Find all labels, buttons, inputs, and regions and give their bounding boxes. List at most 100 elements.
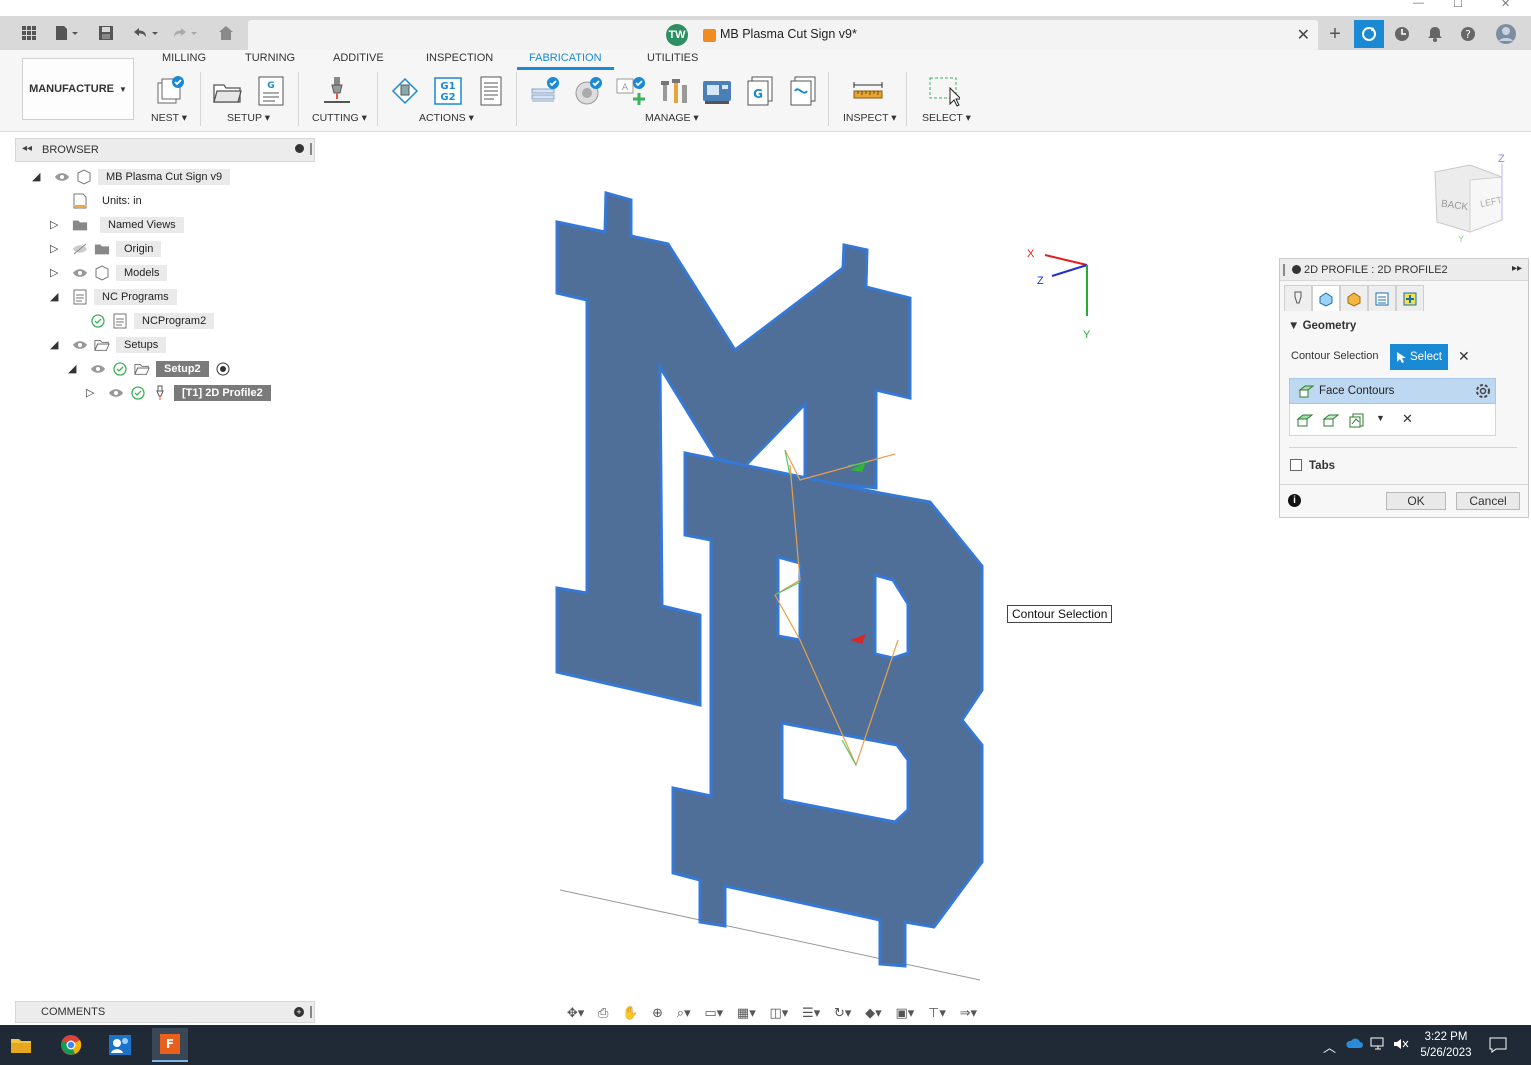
- tree-label[interactable]: Setups: [116, 337, 167, 353]
- minimize-button[interactable]: —: [1413, 0, 1424, 9]
- action-center-icon[interactable]: [1489, 1037, 1507, 1056]
- tool-display-icon[interactable]: ⊤▾: [928, 1005, 946, 1021]
- gear-icon[interactable]: [1474, 382, 1492, 403]
- file-menu-icon[interactable]: [52, 21, 82, 45]
- network-icon[interactable]: [1370, 1037, 1386, 1054]
- heights-tab-icon[interactable]: [1340, 285, 1368, 311]
- tree-item-2d-profile2[interactable]: [T1] 2D Profile2: [108, 383, 271, 403]
- window-select-icon[interactable]: [927, 74, 961, 108]
- nc-program-icon[interactable]: G: [254, 74, 288, 108]
- simulate-icon[interactable]: [388, 74, 422, 108]
- pan-hand-icon[interactable]: ✋: [622, 1005, 638, 1021]
- tree-item-nc-programs[interactable]: NC Programs: [72, 287, 177, 307]
- tabs-checkbox[interactable]: [1290, 459, 1302, 471]
- help-icon[interactable]: ?: [1453, 20, 1483, 48]
- file-explorer-icon[interactable]: [6, 1031, 36, 1059]
- active-setup-radio-icon[interactable]: [215, 361, 231, 377]
- volume-muted-icon[interactable]: [1393, 1037, 1409, 1054]
- expand-triangle-icon[interactable]: ◢: [50, 290, 58, 303]
- user-app-icon[interactable]: [105, 1031, 135, 1059]
- contour-select-button[interactable]: Select: [1390, 344, 1448, 370]
- tree-label[interactable]: Origin: [116, 241, 162, 257]
- expand-triangle-icon[interactable]: ▷: [50, 218, 58, 231]
- remove-contour-icon[interactable]: ✕: [1402, 411, 1413, 427]
- expand-triangle-icon[interactable]: ◢: [32, 170, 40, 183]
- template-documents-icon[interactable]: [786, 74, 820, 108]
- measure-icon[interactable]: [851, 74, 885, 108]
- onedrive-cloud-icon[interactable]: [1345, 1037, 1363, 1052]
- tree-label[interactable]: MB Plasma Cut Sign v9: [98, 169, 231, 185]
- close-window-button[interactable]: ✕: [1501, 0, 1510, 10]
- post-library-icon[interactable]: G: [743, 74, 777, 108]
- tree-item-named-views[interactable]: Named Views: [72, 215, 184, 235]
- tab-turning[interactable]: TURNING: [245, 52, 295, 64]
- notifications-bell-icon[interactable]: [1420, 20, 1450, 48]
- post-process-icon[interactable]: G1 G2: [431, 74, 465, 108]
- tree-label[interactable]: NCProgram2: [134, 313, 215, 329]
- layers-icon[interactable]: ☰▾: [802, 1005, 820, 1021]
- expand-triangle-icon[interactable]: ◢: [68, 362, 76, 375]
- linking-tab-icon[interactable]: [1396, 285, 1424, 311]
- redo-icon[interactable]: [170, 21, 200, 45]
- browser-options-icon[interactable]: [295, 144, 304, 153]
- select-group-label[interactable]: SELECT ▾: [922, 112, 971, 124]
- info-icon[interactable]: i: [1288, 494, 1301, 507]
- tool-library-icon[interactable]: [657, 74, 691, 108]
- job-status-icon[interactable]: [1387, 20, 1417, 48]
- tree-item-units[interactable]: Units: in: [72, 191, 150, 211]
- workspace-switcher[interactable]: MANUFACTURE ▼: [22, 58, 134, 120]
- clear-selection-icon[interactable]: ✕: [1458, 348, 1470, 365]
- tree-item-ncprogram2[interactable]: NCProgram2: [90, 311, 215, 331]
- tab-inspection[interactable]: INSPECTION: [426, 52, 493, 64]
- expand-triangle-icon[interactable]: ▷: [50, 266, 58, 279]
- cancel-button[interactable]: Cancel: [1456, 492, 1520, 510]
- maximize-button[interactable]: ☐: [1453, 0, 1463, 10]
- comments-panel[interactable]: COMMENTS +: [15, 1001, 315, 1023]
- tree-label[interactable]: Named Views: [100, 217, 184, 233]
- nest-group-label[interactable]: NEST ▾: [151, 112, 187, 124]
- comments-resize-handle[interactable]: [310, 1006, 312, 1018]
- look-at-icon[interactable]: ⎙: [598, 1005, 608, 1021]
- passes-tab-icon[interactable]: [1368, 285, 1396, 311]
- ok-button[interactable]: OK: [1386, 492, 1446, 510]
- grid-icon[interactable]: ▦▾: [737, 1005, 756, 1021]
- zoom-icon[interactable]: ⊕: [652, 1005, 663, 1021]
- machine-library-icon[interactable]: [700, 74, 734, 108]
- user-avatar[interactable]: TW: [666, 24, 688, 46]
- tree-item-setups[interactable]: Setups: [72, 335, 167, 355]
- tree-label[interactable]: [T1] 2D Profile2: [174, 385, 271, 401]
- browser-panel-header[interactable]: ◂◂ BROWSER: [15, 138, 315, 162]
- simulation-display-icon[interactable]: ⇒▾: [960, 1005, 977, 1021]
- tree-label[interactable]: NC Programs: [94, 289, 177, 305]
- tree-item-document[interactable]: MB Plasma Cut Sign v9: [54, 167, 231, 187]
- viewports-icon[interactable]: ◫▾: [769, 1005, 788, 1021]
- display-settings-icon[interactable]: ▭▾: [704, 1005, 723, 1021]
- template-library-icon[interactable]: [528, 74, 562, 108]
- undo-icon[interactable]: [130, 21, 160, 45]
- expand-triangle-icon[interactable]: ▷: [50, 242, 58, 255]
- tab-milling[interactable]: MILLING: [162, 52, 206, 64]
- document-tab[interactable]: TW MB Plasma Cut Sign v9* ✕: [248, 20, 1318, 50]
- tab-additive[interactable]: ADDITIVE: [333, 52, 384, 64]
- setup-group-label[interactable]: SETUP ▾: [227, 112, 270, 124]
- expand-triangle-icon[interactable]: ▷: [86, 386, 94, 399]
- cutting-group-label[interactable]: CUTTING ▾: [312, 112, 367, 124]
- add-edge-icon[interactable]: [1322, 412, 1340, 431]
- visual-style-icon[interactable]: ◆▾: [865, 1005, 882, 1021]
- sync-icon[interactable]: [1354, 20, 1384, 48]
- eye-icon[interactable]: [90, 361, 106, 377]
- manage-group-label[interactable]: MANAGE ▾: [645, 112, 699, 124]
- tree-label[interactable]: Units: in: [94, 193, 150, 209]
- actions-group-label[interactable]: ACTIONS ▾: [419, 112, 474, 124]
- system-clock[interactable]: 3:22 PM 5/26/2023: [1414, 1029, 1478, 1061]
- tree-item-origin[interactable]: Origin: [72, 239, 162, 259]
- setup-sheet-icon[interactable]: [474, 74, 508, 108]
- eye-icon[interactable]: [54, 169, 70, 185]
- chevron-down-icon[interactable]: ▼: [1376, 413, 1385, 423]
- geometry-tab-icon[interactable]: [1312, 285, 1340, 311]
- fit-zoom-icon[interactable]: ⌕▾: [677, 1005, 691, 1021]
- face-contours-row[interactable]: Face Contours: [1289, 378, 1496, 404]
- fusion360-taskbar-icon[interactable]: F: [152, 1028, 188, 1062]
- eye-icon[interactable]: [72, 337, 88, 353]
- tree-label[interactable]: Setup2: [156, 361, 209, 377]
